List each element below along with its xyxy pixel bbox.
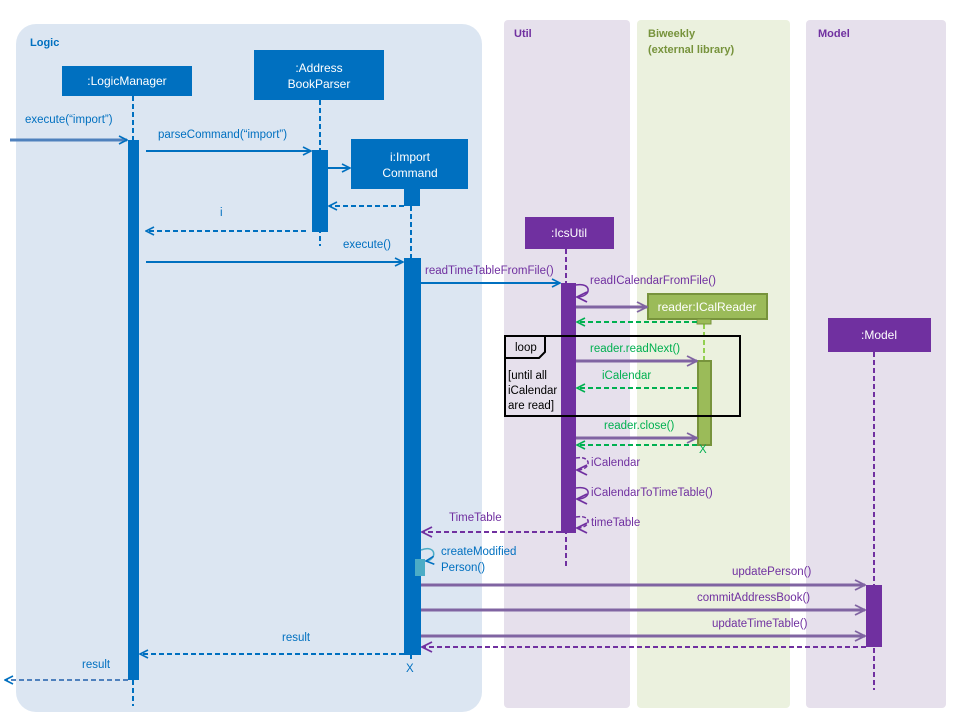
message-to-timetable: iCalendarToTimeTable() — [575, 486, 713, 499]
loop-guard: iCalendar — [508, 385, 557, 397]
logic-frame-title: Logic — [30, 37, 59, 49]
model-activation — [866, 585, 882, 647]
biweekly-frame-subtitle: (external library) — [648, 44, 735, 56]
createmodified-activation — [415, 559, 425, 576]
participant-logicmanager: :LogicManager — [62, 66, 192, 96]
participant-label: i:Import — [390, 150, 431, 164]
message-label: readTimeTableFromFile() — [425, 265, 554, 277]
message-label: iCalendar — [591, 457, 640, 469]
message-label: readICalendarFromFile() — [590, 275, 716, 287]
reader-destroy-mark: X — [699, 444, 707, 456]
icalreader-activation — [697, 360, 712, 446]
message-label: execute(“import”) — [25, 114, 113, 126]
participant-label: reader:ICalReader — [658, 300, 757, 314]
message-label: createModified — [441, 546, 516, 558]
loop-guard: [until all — [508, 370, 547, 382]
message-label: iCalendarToTimeTable() — [591, 487, 713, 499]
loop-label: loop — [515, 342, 537, 354]
loop-guard: are read] — [508, 400, 554, 412]
message-label: parseCommand(“import”) — [158, 129, 287, 141]
message-label: commitAddressBook() — [697, 592, 810, 604]
message-label: Person() — [441, 562, 485, 574]
sequence-diagram: Logic Util Biweekly (external library) M… — [0, 20, 946, 712]
parser-activation — [312, 150, 328, 232]
icsutil-activation — [561, 283, 576, 533]
util-frame-title: Util — [514, 28, 532, 40]
participant-label: :Address — [295, 61, 342, 75]
message-label: timeTable — [591, 517, 640, 529]
message-label: TimeTable — [449, 512, 502, 524]
message-label: result — [282, 632, 311, 644]
message-label: iCalendar — [602, 370, 651, 382]
participant-model: :Model — [828, 318, 931, 352]
message-label: reader.close() — [604, 420, 674, 432]
model-frame-title: Model — [818, 28, 850, 40]
importcommand-activation — [404, 258, 421, 655]
biweekly-frame-title: Biweekly — [648, 28, 696, 40]
participant-label: :LogicManager — [87, 74, 166, 88]
message-label: updatePerson() — [732, 566, 811, 578]
participant-icsutil: :IcsUtil — [525, 217, 614, 249]
participant-label: :IcsUtil — [551, 226, 587, 240]
message-label: execute() — [343, 239, 391, 251]
participant-icalreader: reader:ICalReader — [647, 293, 768, 325]
participant-label: Command — [382, 166, 437, 180]
participant-addressbookparser: :Address BookParser — [254, 50, 384, 100]
logicmanager-activation — [128, 140, 139, 680]
biweekly-frame: Biweekly (external library) — [637, 20, 790, 708]
importcommand-destroy-mark: X — [406, 663, 414, 675]
message-label: result — [82, 659, 111, 671]
message-label: reader.readNext() — [590, 343, 680, 355]
participant-label: :Model — [861, 328, 897, 342]
message-label: updateTimeTable() — [712, 618, 808, 630]
participant-label: BookParser — [288, 77, 351, 91]
message-label: i — [220, 207, 223, 219]
